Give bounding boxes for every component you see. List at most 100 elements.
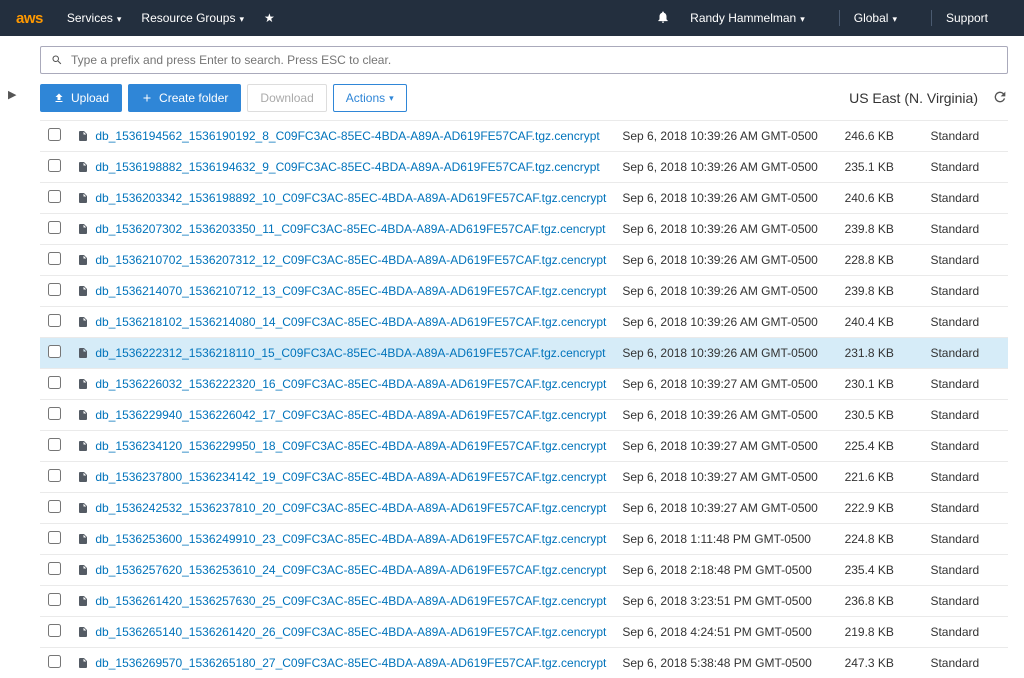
object-name-link[interactable]: db_1536253600_1536249910_23_C09FC3AC-85E… <box>95 532 606 546</box>
object-name-link[interactable]: db_1536222312_1536218110_15_C09FC3AC-85E… <box>95 346 605 360</box>
row-checkbox[interactable] <box>48 593 61 606</box>
table-row[interactable]: db_1536257620_1536253610_24_C09FC3AC-85E… <box>40 555 1008 586</box>
storage-class: Standard <box>922 121 1008 152</box>
row-checkbox[interactable] <box>48 655 61 668</box>
table-row[interactable]: db_1536237800_1536234142_19_C09FC3AC-85E… <box>40 462 1008 493</box>
row-checkbox[interactable] <box>48 252 61 265</box>
object-name-link[interactable]: db_1536229940_1536226042_17_C09FC3AC-85E… <box>95 408 606 422</box>
account-menu[interactable]: Randy Hammelman ▾ <box>690 11 805 25</box>
row-checkbox[interactable] <box>48 128 61 141</box>
object-size: 247.3 KB <box>837 648 923 678</box>
upload-icon <box>53 92 65 104</box>
object-name-link[interactable]: db_1536226032_1536222320_16_C09FC3AC-85E… <box>95 377 606 391</box>
storage-class: Standard <box>922 183 1008 214</box>
upload-button[interactable]: Upload <box>40 84 122 112</box>
row-checkbox[interactable] <box>48 562 61 575</box>
row-checkbox[interactable] <box>48 469 61 482</box>
row-checkbox[interactable] <box>48 531 61 544</box>
object-name-link[interactable]: db_1536269570_1536265180_27_C09FC3AC-85E… <box>95 656 606 670</box>
expand-sidebar-handle[interactable]: ▶ <box>8 88 16 101</box>
object-size: 235.1 KB <box>837 152 923 183</box>
actions-label: Actions <box>346 91 385 105</box>
search-bar[interactable] <box>40 46 1008 74</box>
chevron-down-icon: ▾ <box>800 14 805 24</box>
actions-menu[interactable]: Actions ▾ <box>333 84 407 112</box>
table-row[interactable]: db_1536203342_1536198892_10_C09FC3AC-85E… <box>40 183 1008 214</box>
last-modified: Sep 6, 2018 10:39:27 AM GMT-0500 <box>614 493 836 524</box>
table-row[interactable]: db_1536214070_1536210712_13_C09FC3AC-85E… <box>40 276 1008 307</box>
object-name-link[interactable]: db_1536210702_1536207312_12_C09FC3AC-85E… <box>95 253 606 267</box>
services-menu[interactable]: Services▾ <box>67 11 122 25</box>
object-name-link[interactable]: db_1536194562_1536190192_8_C09FC3AC-85EC… <box>95 129 599 143</box>
object-name-link[interactable]: db_1536214070_1536210712_13_C09FC3AC-85E… <box>95 284 606 298</box>
file-icon <box>77 532 95 546</box>
row-checkbox[interactable] <box>48 283 61 296</box>
file-icon <box>77 594 95 608</box>
file-icon <box>77 253 95 267</box>
storage-class: Standard <box>922 493 1008 524</box>
file-icon <box>77 284 95 298</box>
table-row[interactable]: db_1536261420_1536257630_25_C09FC3AC-85E… <box>40 586 1008 617</box>
region-menu[interactable]: Global▾ <box>854 11 897 25</box>
row-checkbox[interactable] <box>48 221 61 234</box>
aws-logo[interactable]: aws <box>16 10 67 27</box>
row-checkbox[interactable] <box>48 438 61 451</box>
region-header-label: Global <box>854 11 889 25</box>
table-row[interactable]: db_1536265140_1536261420_26_C09FC3AC-85E… <box>40 617 1008 648</box>
refresh-icon[interactable] <box>992 89 1008 108</box>
file-icon <box>77 346 95 360</box>
user-label: Randy Hammelman <box>690 11 796 25</box>
row-checkbox[interactable] <box>48 190 61 203</box>
object-name-link[interactable]: db_1536198882_1536194632_9_C09FC3AC-85EC… <box>95 160 599 174</box>
table-row[interactable]: db_1536210702_1536207312_12_C09FC3AC-85E… <box>40 245 1008 276</box>
object-name-link[interactable]: db_1536218102_1536214080_14_C09FC3AC-85E… <box>95 315 606 329</box>
object-name-link[interactable]: db_1536261420_1536257630_25_C09FC3AC-85E… <box>95 594 606 608</box>
file-icon <box>77 625 95 639</box>
object-name-link[interactable]: db_1536242532_1536237810_20_C09FC3AC-85E… <box>95 501 606 515</box>
row-checkbox[interactable] <box>48 500 61 513</box>
support-menu[interactable]: Support <box>946 11 988 25</box>
object-name-link[interactable]: db_1536203342_1536198892_10_C09FC3AC-85E… <box>95 191 606 205</box>
file-icon <box>77 315 95 329</box>
table-row[interactable]: db_1536253600_1536249910_23_C09FC3AC-85E… <box>40 524 1008 555</box>
table-row[interactable]: db_1536226032_1536222320_16_C09FC3AC-85E… <box>40 369 1008 400</box>
search-input[interactable] <box>71 53 997 67</box>
last-modified: Sep 6, 2018 10:39:26 AM GMT-0500 <box>614 245 836 276</box>
table-row[interactable]: db_1536207302_1536203350_11_C09FC3AC-85E… <box>40 214 1008 245</box>
table-row[interactable]: db_1536242532_1536237810_20_C09FC3AC-85E… <box>40 493 1008 524</box>
row-checkbox[interactable] <box>48 624 61 637</box>
notifications-icon[interactable] <box>656 10 670 27</box>
table-row[interactable]: db_1536229940_1536226042_17_C09FC3AC-85E… <box>40 400 1008 431</box>
last-modified: Sep 6, 2018 10:39:26 AM GMT-0500 <box>614 183 836 214</box>
object-name-link[interactable]: db_1536265140_1536261420_26_C09FC3AC-85E… <box>95 625 606 639</box>
last-modified: Sep 6, 2018 10:39:26 AM GMT-0500 <box>614 214 836 245</box>
object-name-link[interactable]: db_1536237800_1536234142_19_C09FC3AC-85E… <box>95 470 606 484</box>
pin-icon[interactable]: ★ <box>264 11 275 25</box>
table-row[interactable]: db_1536234120_1536229950_18_C09FC3AC-85E… <box>40 431 1008 462</box>
object-size: 230.5 KB <box>837 400 923 431</box>
object-size: 231.8 KB <box>837 338 923 369</box>
table-row[interactable]: db_1536218102_1536214080_14_C09FC3AC-85E… <box>40 307 1008 338</box>
file-icon <box>77 222 95 236</box>
chevron-down-icon: ▾ <box>117 14 122 24</box>
table-row[interactable]: db_1536194562_1536190192_8_C09FC3AC-85EC… <box>40 121 1008 152</box>
table-row[interactable]: db_1536198882_1536194632_9_C09FC3AC-85EC… <box>40 152 1008 183</box>
resource-groups-menu[interactable]: Resource Groups▾ <box>141 11 244 25</box>
last-modified: Sep 6, 2018 4:24:51 PM GMT-0500 <box>614 617 836 648</box>
row-checkbox[interactable] <box>48 345 61 358</box>
object-name-link[interactable]: db_1536234120_1536229950_18_C09FC3AC-85E… <box>95 439 606 453</box>
row-checkbox[interactable] <box>48 376 61 389</box>
row-checkbox[interactable] <box>48 314 61 327</box>
table-row[interactable]: db_1536269570_1536265180_27_C09FC3AC-85E… <box>40 648 1008 678</box>
row-checkbox[interactable] <box>48 407 61 420</box>
divider <box>839 10 840 26</box>
object-size: 225.4 KB <box>837 431 923 462</box>
chevron-down-icon: ▾ <box>389 93 394 104</box>
row-checkbox[interactable] <box>48 159 61 172</box>
table-row[interactable]: db_1536222312_1536218110_15_C09FC3AC-85E… <box>40 338 1008 369</box>
object-name-link[interactable]: db_1536207302_1536203350_11_C09FC3AC-85E… <box>95 222 605 236</box>
object-name-link[interactable]: db_1536257620_1536253610_24_C09FC3AC-85E… <box>95 563 606 577</box>
object-size: 239.8 KB <box>837 276 923 307</box>
object-size: 222.9 KB <box>837 493 923 524</box>
create-folder-button[interactable]: Create folder <box>128 84 241 112</box>
